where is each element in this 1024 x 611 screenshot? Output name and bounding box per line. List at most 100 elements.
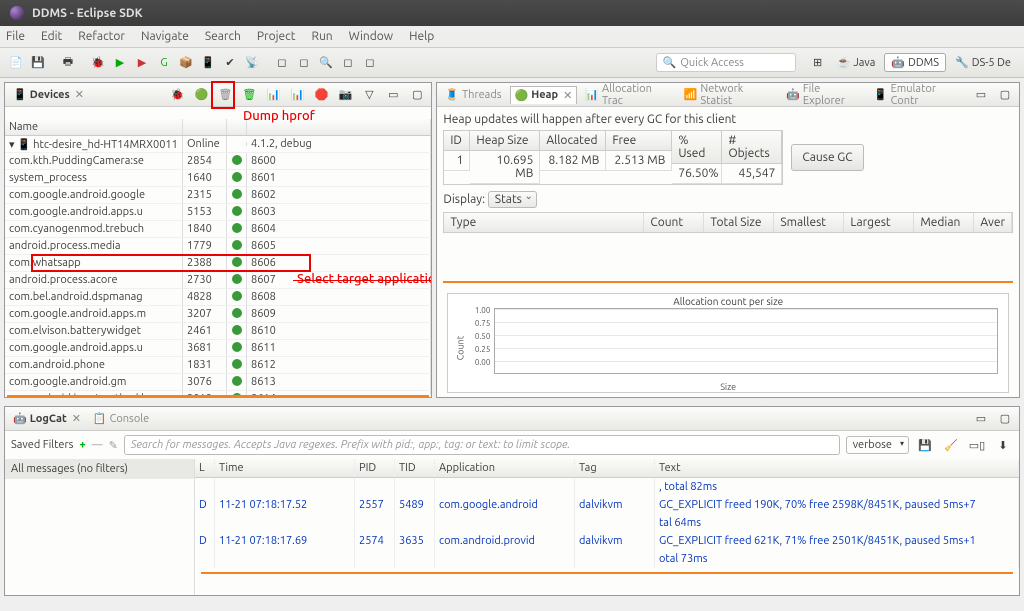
debug-selected-icon[interactable]: 🐞 — [167, 85, 187, 105]
log-row[interactable]: tal 64ms — [195, 514, 1019, 532]
menu-help[interactable]: Help — [409, 30, 434, 43]
na1-icon[interactable]: ◻ — [272, 53, 292, 73]
logcat-body: All messages (no filters) L Time PID TID… — [5, 459, 1019, 595]
start-method-prof-icon[interactable]: 📊 — [287, 85, 307, 105]
minimize-icon[interactable]: ▭ — [971, 409, 991, 429]
process-row[interactable]: com.android.inputmethod.l30188614 — [5, 391, 431, 395]
na4-icon[interactable]: ◻ — [360, 53, 380, 73]
search-icon[interactable]: 🔍 — [316, 53, 336, 73]
menu-search[interactable]: Search — [205, 30, 241, 43]
menu-navigate[interactable]: Navigate — [141, 30, 189, 43]
filters-sidebar[interactable]: All messages (no filters) — [5, 459, 195, 595]
clear-log-icon[interactable]: 🧹 — [941, 435, 961, 455]
process-row[interactable]: com.google.android.google23158602 — [5, 187, 431, 204]
update-threads-icon[interactable]: 📊 — [263, 85, 283, 105]
menu-project[interactable]: Project — [257, 30, 296, 43]
gprof-icon[interactable]: G — [154, 53, 174, 73]
tab-net[interactable]: 📶Network Statist — [680, 81, 778, 109]
maximize-icon[interactable]: ▢ — [995, 409, 1015, 429]
cause-gc-icon[interactable]: 🗑 — [239, 85, 259, 105]
close-icon[interactable]: ✕ — [75, 88, 84, 101]
sdk-icon[interactable]: 📦 — [176, 53, 196, 73]
process-row[interactable]: com.android.phone18318612 — [5, 357, 431, 374]
close-icon[interactable]: ✕ — [72, 412, 81, 425]
menu-window[interactable]: Window — [349, 30, 393, 43]
na3-icon[interactable]: ◻ — [338, 53, 358, 73]
process-row[interactable]: com.google.android.apps.u36818611 — [5, 340, 431, 357]
process-row[interactable]: com.whatsapp23888606 — [5, 255, 431, 272]
log-row[interactable]: , total 82ms — [195, 478, 1019, 496]
scroll-lock-icon[interactable]: ⬇ — [993, 435, 1013, 455]
chart-ylabel: Count — [456, 336, 466, 361]
tab-file[interactable]: 🤖File Explorer — [782, 81, 866, 109]
lint-icon[interactable]: ✔ — [220, 53, 240, 73]
log-row[interactable]: D11-21 07:18:17.5225575489com.google.and… — [195, 496, 1019, 514]
edit-filter-icon[interactable]: ✎ — [109, 439, 118, 452]
update-heap-icon[interactable]: 🟢 — [191, 85, 211, 105]
avd-icon[interactable]: 📱 — [198, 53, 218, 73]
process-row[interactable]: com.bel.android.dspmanag48288608 — [5, 289, 431, 306]
col-name[interactable]: Name — [5, 119, 183, 135]
loglevel-select[interactable]: verbose — [846, 436, 909, 454]
log-row[interactable]: D11-21 07:18:17.6925743635com.android.pr… — [195, 532, 1019, 550]
add-filter-icon[interactable]: + — [79, 439, 85, 451]
all-messages-filter[interactable]: All messages (no filters) — [5, 459, 194, 479]
save-icon[interactable]: 💾 — [28, 53, 48, 73]
process-row[interactable]: com.cyanogenmod.trebuch18408604 — [5, 221, 431, 238]
tab-alloc[interactable]: 📊Allocation Trac — [581, 81, 675, 109]
quick-access-input[interactable]: 🔍 Quick Access — [656, 53, 796, 72]
perspective-java[interactable]: ☕Java — [830, 53, 883, 72]
ext-run-icon[interactable]: ▶ — [132, 53, 152, 73]
menu-edit[interactable]: Edit — [41, 30, 62, 43]
process-row[interactable]: com.google.android.apps.m32078609 — [5, 306, 431, 323]
menu-run[interactable]: Run — [311, 30, 332, 43]
orange-divider — [443, 281, 1013, 283]
process-row[interactable]: com.kth.PuddingCamera:se28548600 — [5, 153, 431, 170]
stop-icon[interactable]: 🛑 — [311, 85, 331, 105]
perspective-ddms[interactable]: 🤖DDMS — [884, 53, 946, 72]
view-menu-icon[interactable]: ▽ — [359, 85, 379, 105]
print-icon[interactable]: 🖶 — [58, 53, 78, 73]
device-row[interactable]: ▾ 📱 htc-desire_hd-HT14MRX0011 Online 4.1… — [5, 136, 431, 153]
perspective-ds5[interactable]: 🔧DS-5 De — [948, 53, 1018, 72]
logcat-rows[interactable]: , total 82msD11-21 07:18:17.5225575489co… — [195, 478, 1019, 568]
tab-threads[interactable]: 🧵Threads — [441, 86, 505, 103]
heap-table: ID 1 Heap Size 10.695 MB Allocated 8.182… — [443, 130, 783, 185]
na2-icon[interactable]: ◻ — [294, 53, 314, 73]
process-row[interactable]: com.google.android.gm30768613 — [5, 374, 431, 391]
log-row[interactable]: otal 73ms — [195, 550, 1019, 568]
maximize-icon[interactable]: ▢ — [995, 85, 1015, 105]
tab-emu[interactable]: 📱Emulator Contr — [870, 81, 967, 109]
run-icon[interactable]: ▶ — [110, 53, 130, 73]
rss-icon[interactable]: 📡 — [242, 53, 262, 73]
menu-file[interactable]: File — [6, 30, 25, 43]
process-row[interactable]: com.elvison.batterywidget24618610 — [5, 323, 431, 340]
tab-console[interactable]: 📋Console — [89, 410, 153, 427]
menu-refactor[interactable]: Refactor — [78, 30, 125, 43]
screenshot-icon[interactable]: 📷 — [335, 85, 355, 105]
debug-icon[interactable]: 🐞 — [88, 53, 108, 73]
process-row[interactable]: system_process16408601 — [5, 170, 431, 187]
maximize-icon[interactable]: ▢ — [407, 85, 427, 105]
cause-gc-button[interactable]: Cause GC — [791, 144, 863, 171]
devices-table[interactable]: ▾ 📱 htc-desire_hd-HT14MRX0011 Online 4.1… — [5, 136, 431, 395]
minimize-icon[interactable]: ▭ — [383, 85, 403, 105]
new-icon[interactable]: 📄 — [6, 53, 26, 73]
display-mode-icon[interactable]: ▭▯ — [967, 435, 987, 455]
tab-heap[interactable]: 🟢Heap✕ — [510, 86, 578, 104]
tab-devices[interactable]: 📱Devices✕ — [9, 86, 88, 103]
close-icon[interactable]: ✕ — [563, 89, 572, 102]
devices-view: 📱Devices✕ 🐞 🟢 🗑 🗑 📊 📊 🛑 📷 ▽ ▭ ▢ Dump hpr… — [4, 82, 432, 398]
tab-logcat[interactable]: 🤖LogCat✕ — [9, 410, 85, 427]
open-perspective-icon[interactable]: ⊞ — [808, 53, 828, 73]
chart-title: Allocation count per size — [448, 294, 1008, 307]
remove-filter-icon[interactable]: — — [92, 439, 103, 451]
save-log-icon[interactable]: 💾 — [915, 435, 935, 455]
stats-select[interactable]: Stats — [488, 191, 537, 208]
dump-hprof-icon[interactable]: 🗑 — [215, 85, 235, 105]
menubar: File Edit Refactor Navigate Search Proje… — [0, 26, 1024, 48]
logcat-search-input[interactable]: Search for messages. Accepts Java regexe… — [124, 435, 840, 455]
process-row[interactable]: com.google.android.apps.u51538603 — [5, 204, 431, 221]
minimize-icon[interactable]: ▭ — [971, 85, 991, 105]
process-row[interactable]: android.process.media17798605 — [5, 238, 431, 255]
